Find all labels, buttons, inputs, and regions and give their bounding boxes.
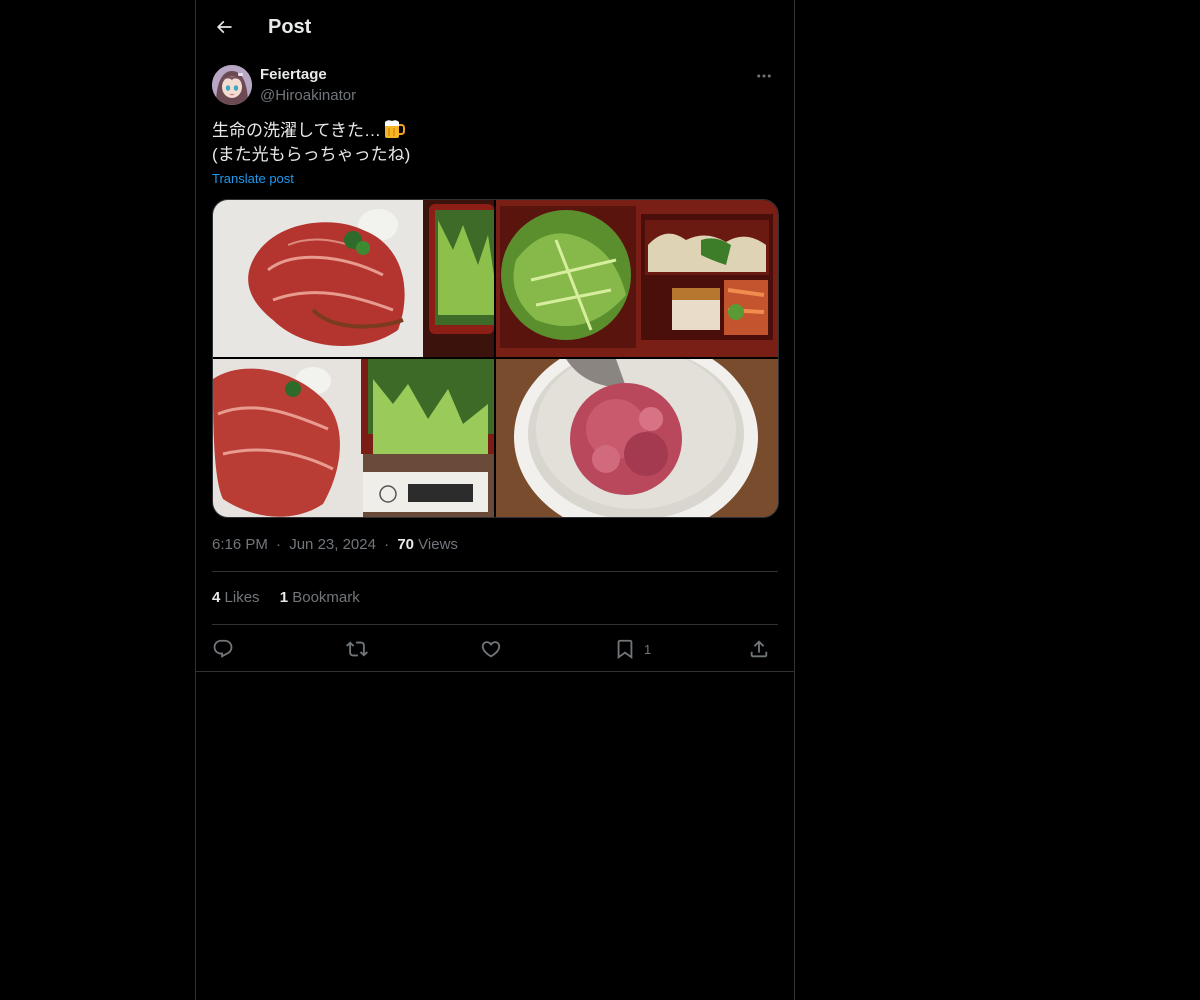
more-options-button[interactable] [752,64,776,88]
bookmarks-count: 1 [279,589,289,606]
anime-girl-avatar [212,65,252,105]
likes-label: Likes [224,589,260,606]
post-text: 生命の洗濯してきた… (また光もらっちゃったね) [212,119,778,167]
like-button[interactable] [480,632,502,666]
user-handle[interactable]: @Hiroakinator [260,86,356,106]
avatar[interactable] [212,65,252,105]
share-icon [750,640,768,658]
post-text-line-1: 生命の洗濯してきた… [212,121,381,140]
back-button[interactable] [206,9,242,45]
bookmarks-label: Bookmark [292,589,360,606]
post-author: Feiertage @Hiroakinator [212,64,778,108]
post-date[interactable]: Jun 23, 2024 [289,536,376,553]
repost-icon [346,641,368,657]
divider-top [212,571,778,572]
media-photo-2[interactable] [496,200,778,357]
meta-separator-1: · [276,536,282,553]
views-label: Views [418,536,458,553]
translate-post-link[interactable]: Translate post [212,170,294,188]
post-column: Post Feiertage @Hiroakinator 生命の洗濯してきた… … [195,0,795,1000]
media-photo-1[interactable] [213,200,494,357]
repost-button[interactable] [346,632,368,666]
display-name[interactable]: Feiertage [260,65,327,85]
bookmark-button[interactable]: 1 [614,632,651,666]
post-stats: 4 Likes 1 Bookmark [212,588,376,608]
media-photo-4[interactable] [496,359,778,517]
arrow-left-icon [216,20,232,34]
reply-button[interactable] [212,632,234,666]
bookmarks-stat[interactable]: 1 Bookmark [280,589,360,606]
page-title: Post [268,16,312,38]
bookmark-icon [617,639,633,660]
beer-mug-icon [384,120,405,138]
views-count: 70 [397,536,414,553]
top-bar: Post [196,0,794,54]
likes-count: 4 [212,589,221,606]
likes-stat[interactable]: 4 Likes [212,589,264,606]
meta-separator-2: · [384,536,390,553]
bookmark-count: 1 [644,641,652,657]
divider-bottom [212,624,778,625]
heart-icon [481,641,501,658]
post-bottom-border [196,671,794,672]
post-time[interactable]: 6:16 PM [212,536,268,553]
post-meta: 6:16 PM · Jun 23, 2024 · 70 Views [212,535,458,555]
reply-icon [213,639,233,658]
post-text-line-2: (また光もらっちゃったね) [212,145,411,164]
share-button[interactable] [748,632,770,666]
media-grid [212,199,779,518]
action-bar: 1 [212,632,778,666]
more-dots-icon [757,74,771,78]
media-photo-3[interactable] [213,359,494,517]
